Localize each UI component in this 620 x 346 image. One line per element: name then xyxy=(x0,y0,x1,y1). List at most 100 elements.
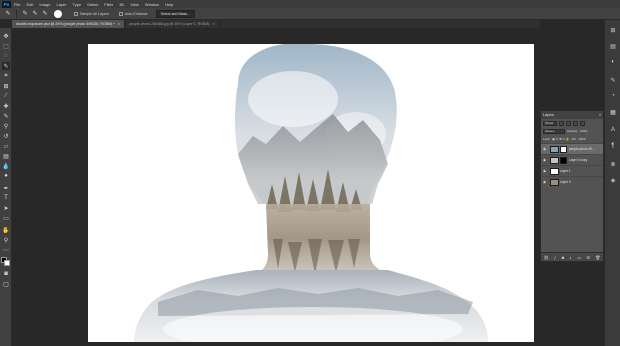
menu-window[interactable]: Window xyxy=(145,2,159,7)
dodge-tool-icon[interactable]: ● xyxy=(2,172,10,180)
layers-panel-footer: ⛓ ƒ ◙ ◐ ▭ ⊞ 🗑 xyxy=(541,252,603,261)
pen-tool-icon[interactable]: ✒ xyxy=(2,184,10,192)
link-icon[interactable]: ⛓ xyxy=(544,255,549,260)
fx-icon[interactable]: ƒ xyxy=(554,255,556,260)
menu-image[interactable]: Image xyxy=(39,2,50,7)
healing-brush-icon[interactable]: ✚ xyxy=(2,102,10,110)
brush-settings-icon[interactable]: ✎ xyxy=(609,76,617,84)
layer-row[interactable]: ◉ Layer 1 xyxy=(541,165,603,176)
layer-row[interactable]: ◉ people-photo 49... xyxy=(541,143,603,154)
layers-panel-title[interactable]: Layers xyxy=(543,113,554,117)
fill-value[interactable]: 100% xyxy=(578,137,586,141)
lasso-tool-icon[interactable]: ◌ xyxy=(2,52,10,60)
path-selection-icon[interactable]: ➤ xyxy=(2,204,10,212)
history-brush-icon[interactable]: ↺ xyxy=(2,132,10,140)
eraser-tool-icon[interactable]: ▱ xyxy=(2,142,10,150)
filter-shape-icon[interactable] xyxy=(580,120,585,126)
rectangle-tool-icon[interactable]: ▭ xyxy=(2,214,10,222)
visibility-eye-icon[interactable]: ◉ xyxy=(543,180,547,184)
layer-row[interactable]: ◉ Layer 0 copy xyxy=(541,154,603,165)
paths-icon[interactable]: ⊗ xyxy=(609,160,617,168)
history-icon[interactable]: ⊞ xyxy=(609,26,617,34)
adjustments-icon[interactable]: ◐ xyxy=(609,58,617,66)
marquee-tool-icon[interactable]: ⬚ xyxy=(2,42,10,50)
filter-adjustment-icon[interactable] xyxy=(566,120,571,126)
lock-icons[interactable]: ▦ ✎ ✥ ⊡ 🔒 xyxy=(552,137,569,141)
auto-enhance-checkbox[interactable] xyxy=(118,11,123,16)
mask-icon[interactable]: ◙ xyxy=(562,255,564,260)
gradient-tool-icon[interactable]: ▤ xyxy=(2,152,10,160)
layer-kind-filter[interactable]: ⚲ Kind xyxy=(543,120,557,126)
properties-icon[interactable]: ▤ xyxy=(609,42,617,50)
document-canvas[interactable] xyxy=(88,44,534,342)
close-icon[interactable]: × xyxy=(213,22,215,26)
new-selection-icon[interactable]: ✎ xyxy=(20,10,30,18)
type-tool-icon[interactable]: T xyxy=(2,194,10,202)
document-tab-bar: double-exposure.psd @ 25% (people photo … xyxy=(12,20,540,28)
blend-mode-select[interactable]: Screen xyxy=(543,128,565,134)
layers-panel-header: Layers « xyxy=(541,111,603,119)
layer-mask-thumbnail[interactable] xyxy=(560,156,567,164)
visibility-eye-icon[interactable]: ◉ xyxy=(543,169,547,173)
quick-selection-tool-icon[interactable]: ✎ xyxy=(3,10,13,18)
add-to-selection-icon[interactable]: ✎ xyxy=(30,10,40,18)
quick-selection-tool-icon[interactable]: ✎ xyxy=(2,62,10,70)
visibility-eye-icon[interactable]: ◉ xyxy=(543,147,547,151)
opacity-value[interactable]: 100% xyxy=(580,129,588,133)
adjustment-icon[interactable]: ◐ xyxy=(570,255,572,260)
options-bar: ✎ ✎ ✎ ✎ Sample All Layers Auto-Enhance S… xyxy=(0,8,620,20)
select-and-mask-button[interactable]: Select and Mask... xyxy=(155,9,196,18)
color-icon[interactable]: ◔ xyxy=(609,92,617,100)
visibility-eye-icon[interactable]: ◉ xyxy=(543,158,547,162)
zoom-tool-icon[interactable]: ⚲ xyxy=(2,236,10,244)
move-tool-icon[interactable]: ✥ xyxy=(2,32,10,40)
clone-stamp-icon[interactable]: ⚲ xyxy=(2,122,10,130)
blur-tool-icon[interactable]: 💧 xyxy=(2,162,10,170)
layer-thumbnail xyxy=(550,167,559,175)
blend-row: Screen Opacity: 100% xyxy=(541,127,603,135)
hand-tool-icon[interactable]: ✋ xyxy=(2,226,10,234)
paragraph-icon[interactable]: ¶ xyxy=(609,142,617,150)
menu-file[interactable]: File xyxy=(14,2,20,7)
background-color-swatch[interactable] xyxy=(4,260,10,266)
menu-type[interactable]: Type xyxy=(73,2,82,7)
quick-mask-icon[interactable]: ◙ xyxy=(2,270,10,278)
collapse-icon[interactable]: « xyxy=(599,113,601,117)
filter-type-icon[interactable] xyxy=(573,120,578,126)
menu-layer[interactable]: Layer xyxy=(56,2,66,7)
lock-row: Lock: ▦ ✎ ✥ ⊡ 🔒 Fill: 100% xyxy=(541,135,603,143)
layer-row[interactable]: ◉ Layer 0 xyxy=(541,176,603,187)
channels-icon[interactable]: ◈ xyxy=(609,176,617,184)
double-exposure-artwork xyxy=(134,44,488,342)
lock-label: Lock: xyxy=(543,137,551,141)
subtract-from-selection-icon[interactable]: ✎ xyxy=(40,10,50,18)
sample-all-layers-checkbox[interactable] xyxy=(74,11,78,16)
menu-edit[interactable]: Edit xyxy=(26,2,33,7)
tab-people-photo[interactable]: people-photo 266488.jpg @ 25% (Layer 0, … xyxy=(125,20,220,28)
trash-icon[interactable]: 🗑 xyxy=(595,255,600,260)
panel-icon-strip: ⊞ ▤ ◐ ✎ ◔ ▦ A ¶ ⊗ ◈ xyxy=(604,20,620,346)
swatches-icon[interactable]: ▦ xyxy=(609,108,617,116)
layer-mask-thumbnail[interactable] xyxy=(560,145,567,153)
more-tools-icon[interactable]: ⋯ xyxy=(2,246,10,254)
menu-3d[interactable]: 3D xyxy=(119,2,124,7)
character-icon[interactable]: A xyxy=(609,126,617,134)
menu-select[interactable]: Select xyxy=(87,2,98,7)
crop-tool-icon[interactable]: ⌗ xyxy=(2,72,10,80)
menu-view[interactable]: View xyxy=(130,2,139,7)
brush-tool-icon[interactable]: ✎ xyxy=(2,112,10,120)
menu-filter[interactable]: Filter xyxy=(104,2,113,7)
menu-bar: Ps File Edit Image Layer Type Select Fil… xyxy=(0,0,620,8)
brush-preset-picker[interactable] xyxy=(54,9,62,18)
menu-help[interactable]: Help xyxy=(165,2,173,7)
new-layer-icon[interactable]: ⊞ xyxy=(587,255,590,260)
folder-icon[interactable]: ▭ xyxy=(577,255,581,260)
eyedropper-tool-icon[interactable]: ⁄ xyxy=(2,92,10,100)
frame-tool-icon[interactable]: ⊠ xyxy=(2,82,10,90)
layer-name: Layer 0 copy xyxy=(569,158,588,162)
screen-mode-icon[interactable]: ▢ xyxy=(2,280,10,288)
close-icon[interactable]: × xyxy=(118,22,120,26)
tab-double-exposure[interactable]: double-exposure.psd @ 25% (people photo … xyxy=(12,20,125,28)
filter-pixel-icon[interactable] xyxy=(559,120,564,126)
layer-name: people-photo 49... xyxy=(569,147,595,151)
